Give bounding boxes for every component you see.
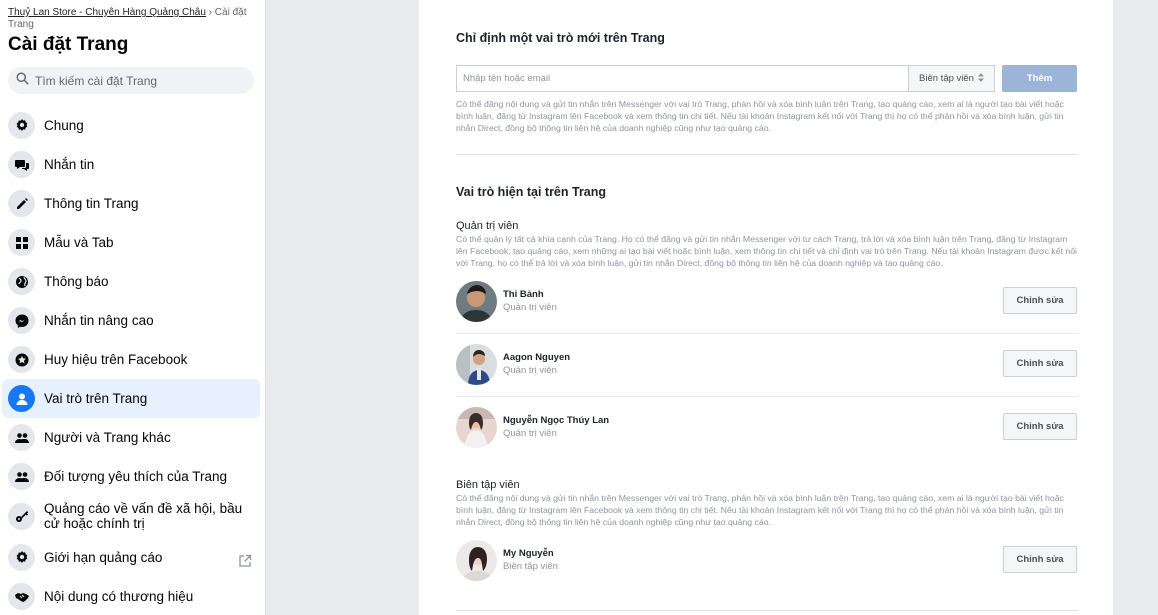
breadcrumb-separator: › <box>205 7 215 18</box>
sidebar-item-branded-content[interactable]: Nội dung có thương hiệu <box>2 582 260 611</box>
globe-icon <box>8 268 35 295</box>
sidebar-item-notifications[interactable]: Thông báo <box>2 267 260 296</box>
handshake-icon <box>8 583 35 610</box>
avatar[interactable] <box>456 281 497 322</box>
row-divider <box>456 396 1078 397</box>
role-select-value: Biên tập viên <box>919 73 974 84</box>
breadcrumb: Thuỷ Lan Store - Chuyên Hàng Quảng Châu … <box>8 7 248 31</box>
person-role: Quản trị viên <box>503 302 557 313</box>
sidebar-title: Cài đặt Trang <box>8 34 129 55</box>
person-role: Biên tập viên <box>503 561 558 572</box>
sidebar-item-page-roles[interactable]: Vai trò trên Trang <box>2 379 260 418</box>
search-input[interactable] <box>33 72 254 89</box>
chat-bubbles-icon <box>8 151 35 178</box>
star-badge-icon <box>8 346 35 373</box>
admin-group-description: Có thể quản lý tất cả khía cạnh của Tran… <box>456 234 1077 268</box>
sidebar-item-people-other-pages[interactable]: Người và Trang khác <box>2 423 260 452</box>
external-link-icon[interactable] <box>238 554 252 573</box>
person-role: Quản trị viên <box>503 428 557 439</box>
person-name[interactable]: My Nguyễn <box>503 548 554 559</box>
pencil-icon <box>8 190 35 217</box>
sidebar-item-label: Mẫu và Tab <box>44 235 114 250</box>
role-row: Aagon Nguyen Quản trị viên Chỉnh sửa <box>456 344 1078 386</box>
role-select[interactable]: Biên tập viên <box>908 65 995 92</box>
person-role: Quản trị viên <box>503 365 557 376</box>
sidebar-item-facebook-badges[interactable]: Huy hiệu trên Facebook <box>2 345 260 374</box>
person-name[interactable]: Aagon Nguyen <box>503 352 570 363</box>
up-down-arrows-icon <box>977 72 984 85</box>
sidebar-item-label: Giới hạn quảng cáo <box>44 550 163 565</box>
person-icon <box>8 385 35 412</box>
assign-role-description: Có thể đăng nội dung và gửi tin nhắn trê… <box>456 99 1064 133</box>
search-icon <box>16 71 29 90</box>
sidebar-item-political-ads[interactable]: Quảng cáo về vấn đề xã hội, bầu cử hoặc … <box>2 497 260 535</box>
sidebar-item-label: Thông tin Trang <box>44 196 139 211</box>
section-divider <box>456 154 1078 155</box>
sidebar-item-label: Huy hiệu trên Facebook <box>44 352 188 367</box>
breadcrumb-page-link[interactable]: Thuỷ Lan Store - Chuyên Hàng Quảng Châu <box>8 7 206 18</box>
edit-role-button[interactable]: Chỉnh sửa <box>1003 350 1077 377</box>
gear-icon <box>8 112 35 139</box>
admin-group-title: Quản trị viên <box>456 220 519 232</box>
settings-search[interactable] <box>8 67 254 94</box>
sidebar-item-templates-tabs[interactable]: Mẫu và Tab <box>2 228 260 257</box>
avatar[interactable] <box>456 344 497 385</box>
edit-role-button[interactable]: Chỉnh sửa <box>1003 287 1077 314</box>
section-divider <box>456 610 1078 611</box>
messenger-icon <box>8 307 35 334</box>
role-row: Thi Bảnh Quản trị viên Chỉnh sửa <box>456 281 1078 323</box>
sidebar-item-general[interactable]: Chung <box>2 111 260 140</box>
avatar[interactable] <box>456 540 497 581</box>
sidebar-item-label: Chung <box>44 118 84 133</box>
sidebar-item-preferred-audience[interactable]: Đối tượng yêu thích của Trang <box>2 462 260 491</box>
settings-sidebar: Thuỷ Lan Store - Chuyên Hàng Quảng Châu … <box>0 0 266 615</box>
people-icon <box>8 424 35 451</box>
people-icon <box>8 463 35 490</box>
add-role-button[interactable]: Thêm <box>1002 65 1077 92</box>
sidebar-item-messaging[interactable]: Nhắn tin <box>2 150 260 179</box>
sidebar-item-label: Nhắn tin nâng cao <box>44 313 154 328</box>
edit-role-button[interactable]: Chỉnh sửa <box>1003 546 1077 573</box>
grid-icon <box>8 229 35 256</box>
assign-role-heading: Chỉ định một vai trò mới trên Trang <box>456 31 665 45</box>
editor-group-title: Biên tập viên <box>456 479 520 491</box>
sidebar-item-label: Nhắn tin <box>44 157 95 172</box>
name-or-email-input[interactable] <box>456 65 908 92</box>
editor-group-description: Có thể đăng nội dung và gửi tin nhắn trê… <box>456 493 1064 527</box>
sidebar-item-label: Nội dung có thương hiệu <box>44 589 194 604</box>
sidebar-item-label: Thông báo <box>44 274 109 289</box>
person-name[interactable]: Thi Bảnh <box>503 289 544 300</box>
sidebar-item-label: Vai trò trên Trang <box>44 391 148 406</box>
sidebar-item-label: Người và Trang khác <box>44 430 171 445</box>
sidebar-item-label: Quảng cáo về vấn đề xã hội, bầu cử hoặc … <box>44 501 243 531</box>
assign-role-form: Biên tập viên <box>456 65 995 92</box>
current-roles-heading: Vai trò hiện tại trên Trang <box>456 185 607 199</box>
role-row: My Nguyễn Biên tập viên Chỉnh sửa <box>456 540 1078 582</box>
avatar[interactable] <box>456 407 497 448</box>
gear-icon <box>8 544 35 571</box>
row-divider <box>456 333 1078 334</box>
sidebar-item-label: Đối tượng yêu thích của Trang <box>44 469 227 484</box>
sidebar-item-page-info[interactable]: Thông tin Trang <box>2 189 260 218</box>
edit-role-button[interactable]: Chỉnh sửa <box>1003 413 1077 440</box>
sidebar-item-ad-limits[interactable]: Giới hạn quảng cáo <box>2 543 260 572</box>
person-name[interactable]: Nguyễn Ngọc Thúy Lan <box>503 415 609 426</box>
role-row: Nguyễn Ngọc Thúy Lan Quản trị viên Chỉnh… <box>456 407 1078 449</box>
key-icon <box>8 502 35 530</box>
sidebar-item-advanced-messaging[interactable]: Nhắn tin nâng cao <box>2 306 260 335</box>
